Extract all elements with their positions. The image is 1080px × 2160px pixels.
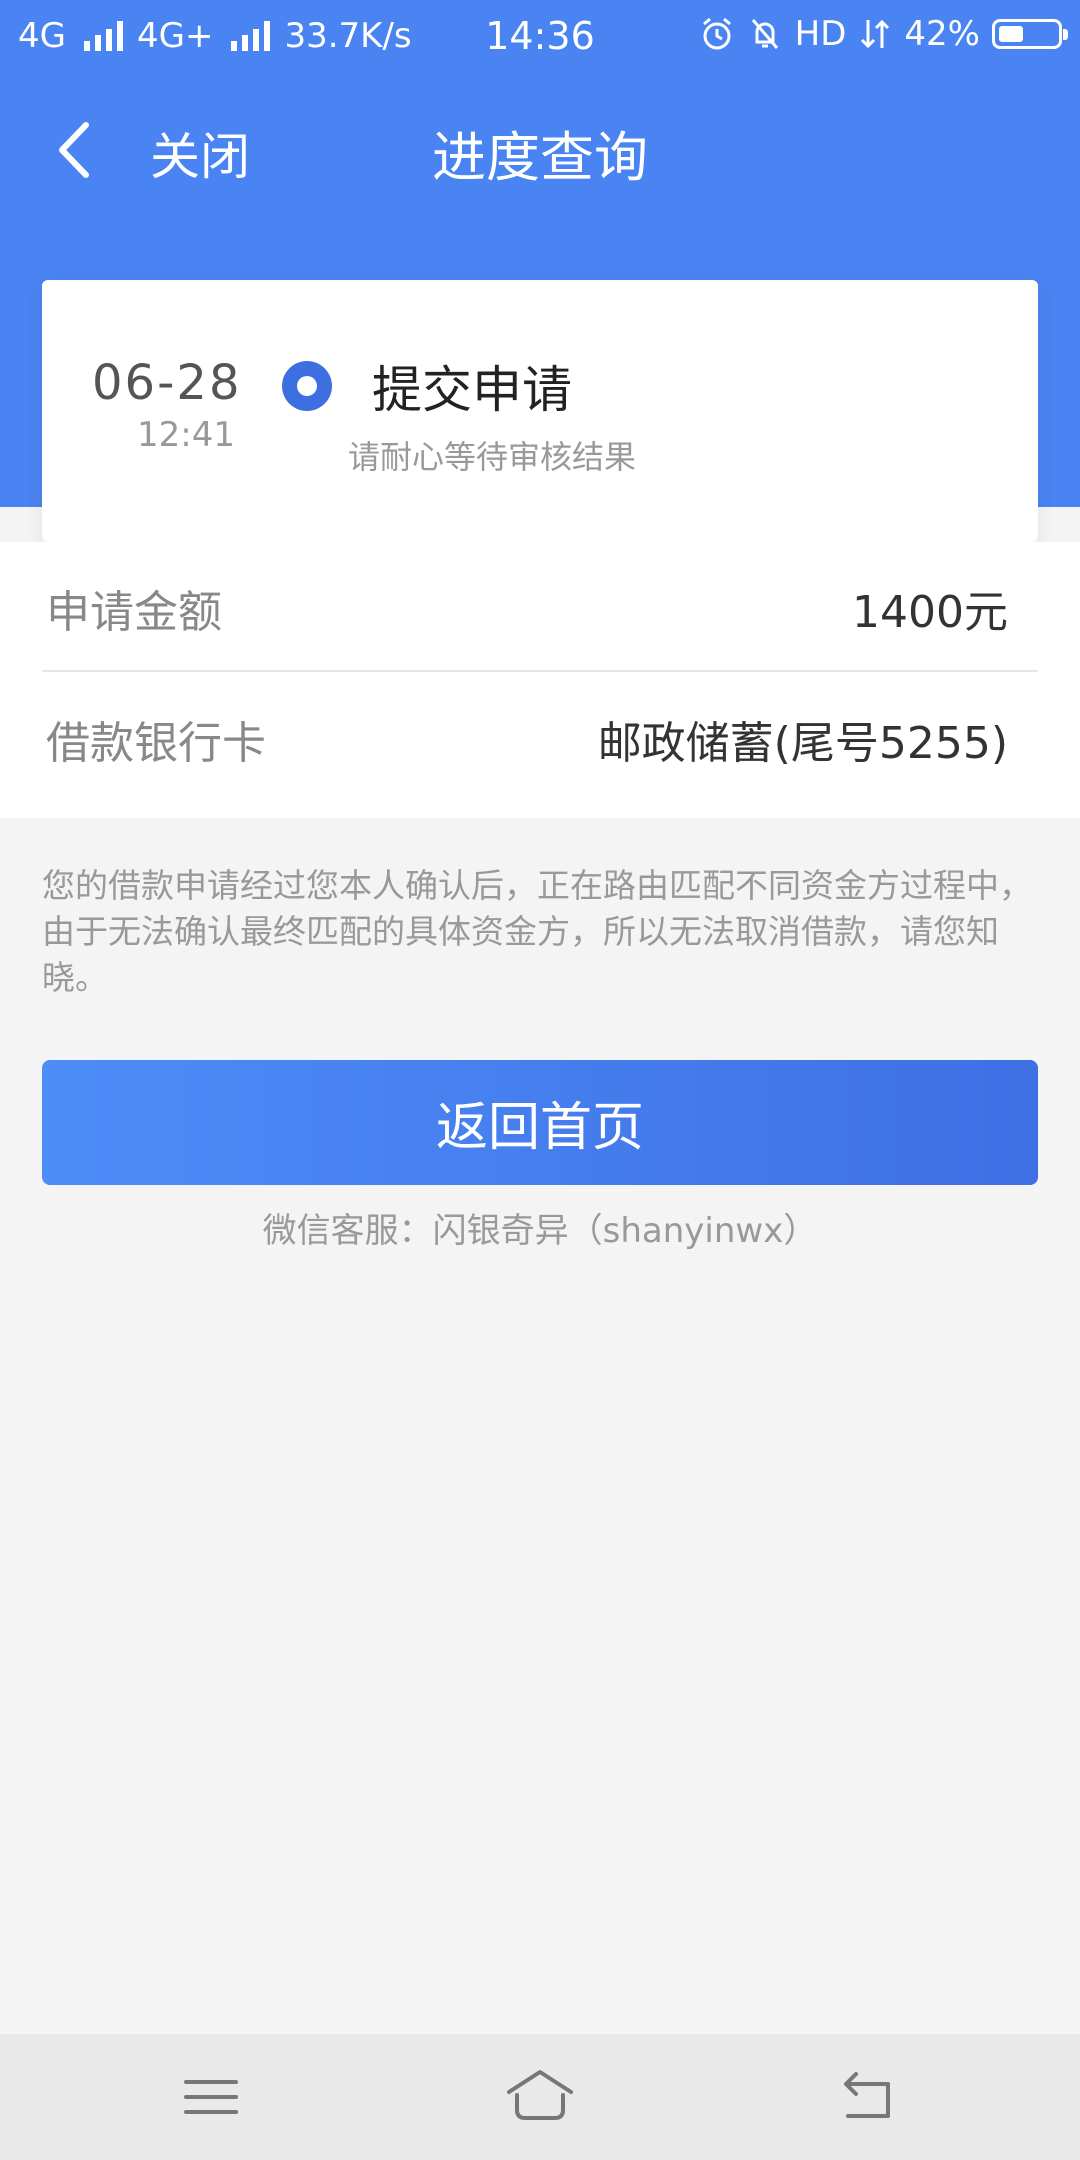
back-key-icon[interactable] xyxy=(822,2062,912,2132)
amount-value: 1400元 xyxy=(852,587,1008,638)
status-bar: 4G 4G+ 33.7K/s 14:36 HD 42% xyxy=(0,0,1080,75)
progress-card: 06-28 12:41 提交申请 请耐心等待审核结果 xyxy=(42,280,1038,542)
data-activity-icon xyxy=(861,19,890,49)
nav-bar: 关闭 进度查询 xyxy=(0,75,1080,225)
amount-row: 申请金额 1400元 xyxy=(42,542,1038,672)
home-icon[interactable] xyxy=(495,2062,585,2132)
alarm-icon xyxy=(702,17,731,50)
customer-service-text: 微信客服：闪银奇异（shanyinwx） xyxy=(262,1211,818,1251)
timeline-date: 06-28 xyxy=(92,355,242,411)
timeline-step-subtitle: 请耐心等待审核结果 xyxy=(348,438,637,476)
battery-fill xyxy=(999,26,1023,42)
battery-icon xyxy=(992,19,1068,49)
timeline-time: 12:41 xyxy=(137,415,235,455)
menu-icon[interactable] xyxy=(166,2062,256,2132)
hd-indicator: HD xyxy=(794,14,847,54)
status-right: HD 42% xyxy=(699,14,1068,54)
notice-text: 您的借款申请经过您本人确认后，正在路由匹配不同资金方过程中，由于无法确认最终匹配… xyxy=(42,866,1032,997)
bank-card-value: 邮政储蓄(尾号5255) xyxy=(597,718,1008,769)
bank-card-row: 借款银行卡 邮政储蓄(尾号5255) xyxy=(42,672,1038,800)
battery-percent: 42% xyxy=(904,14,980,54)
timeline-step-title: 提交申请 xyxy=(372,361,572,419)
timeline-dot-icon xyxy=(282,361,332,411)
bell-off-icon xyxy=(751,19,778,49)
loan-details: 申请金额 1400元 借款银行卡 邮政储蓄(尾号5255) xyxy=(0,542,1080,818)
return-home-button[interactable]: 返回首页 xyxy=(42,1060,1038,1185)
page-title: 进度查询 xyxy=(432,126,648,189)
bank-card-label: 借款银行卡 xyxy=(46,718,266,769)
system-nav-bar xyxy=(0,2034,1080,2160)
amount-label: 申请金额 xyxy=(46,587,222,638)
